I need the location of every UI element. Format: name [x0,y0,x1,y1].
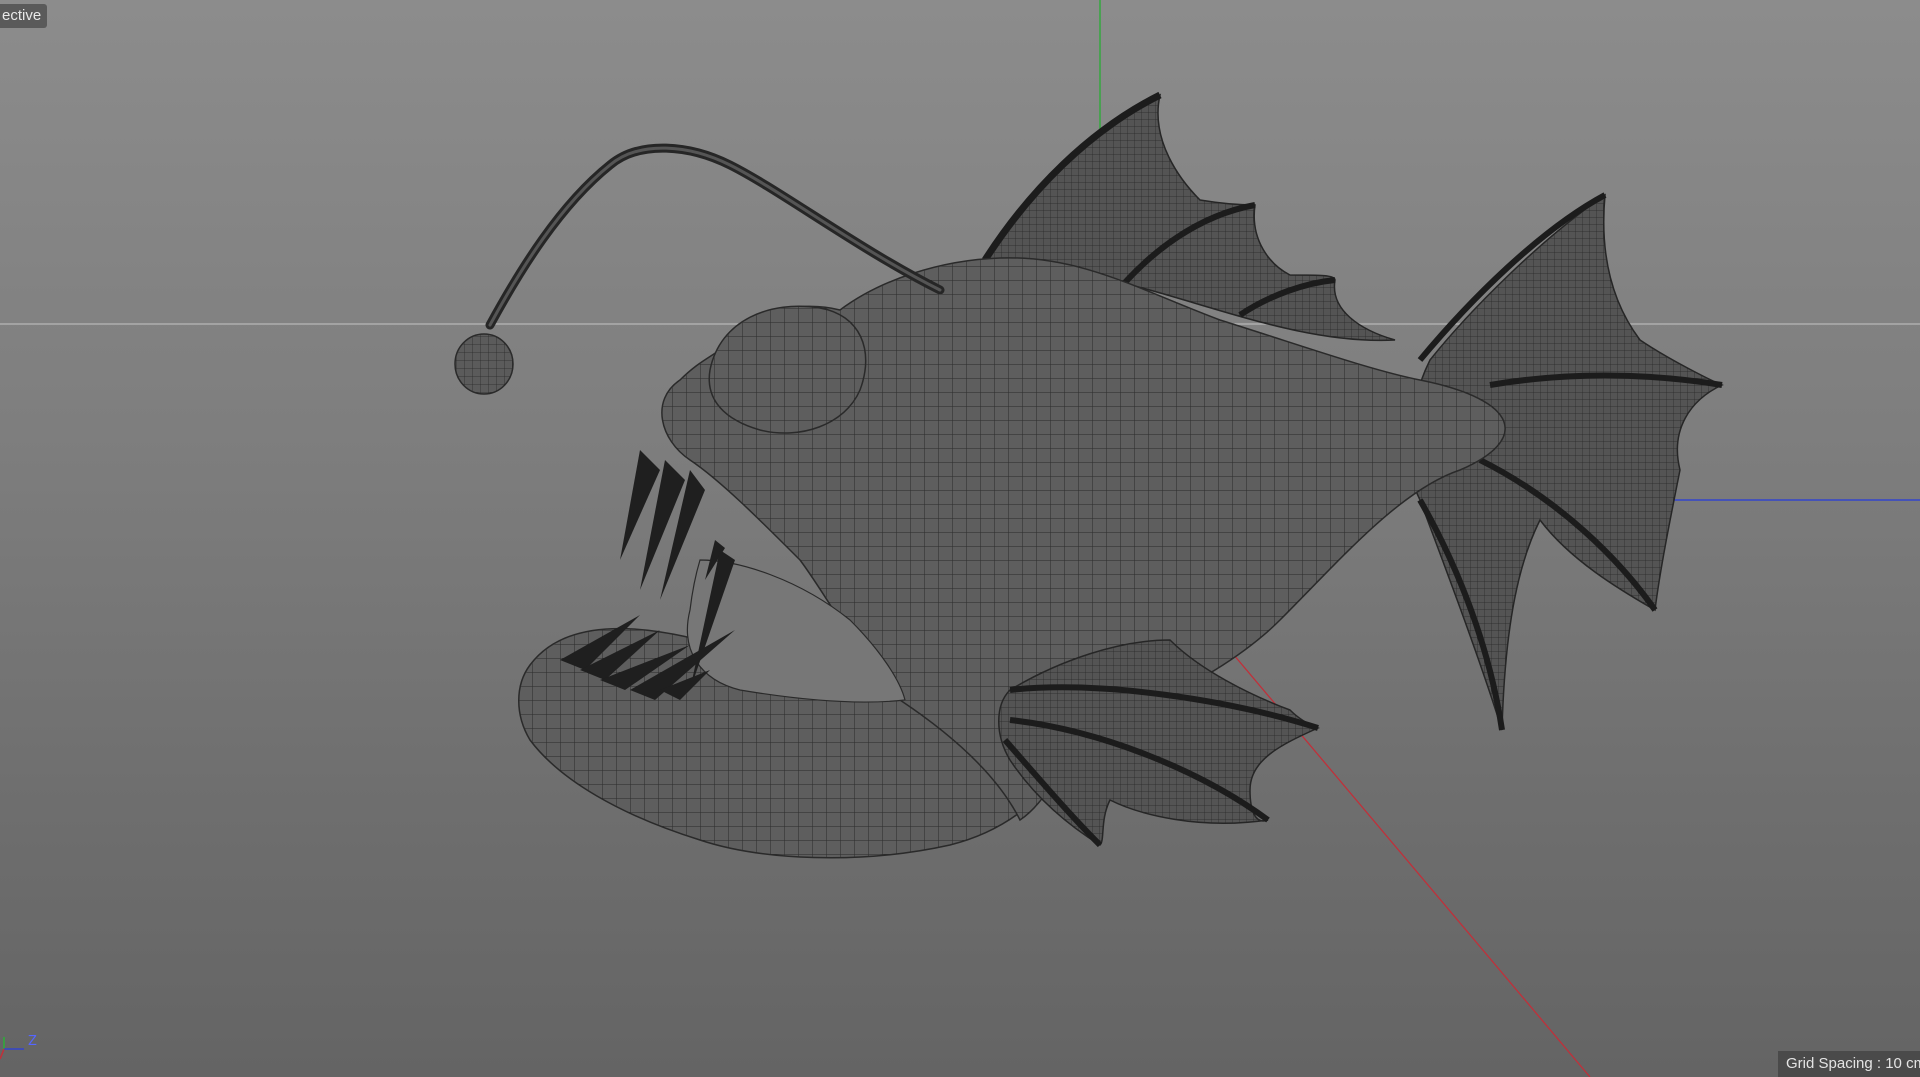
gizmo-z-label: Z [28,1034,37,1049]
axis-gizmo [0,1037,24,1060]
camera-menu-label[interactable]: ective [0,4,48,28]
eye-bulge [708,305,867,434]
lure-bulb [454,333,514,395]
pectoral-fin [998,639,1320,846]
3d-viewport[interactable]: ective Z Grid Spacing : 10 cm [0,0,1920,1077]
grid-spacing-readout: Grid Spacing : 10 cm [1778,1051,1920,1077]
scene-canvas[interactable] [0,0,1920,1077]
anglerfish-model[interactable] [454,91,1724,859]
